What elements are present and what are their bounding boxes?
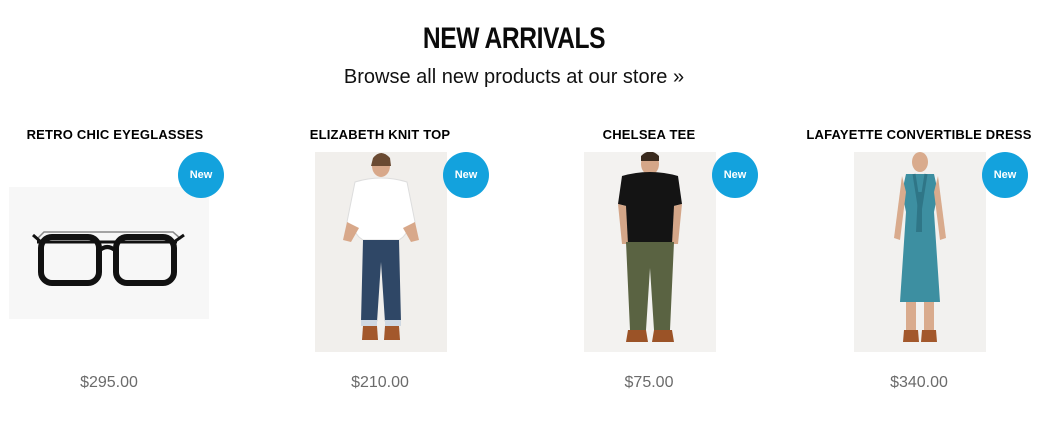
dress-image[interactable] (854, 152, 986, 352)
product-name-link[interactable]: LAFAYETTE CONVERTIBLE DRESS (804, 127, 1034, 142)
product-name-link[interactable]: CHELSEA TEE (534, 127, 764, 142)
product-card: ELIZABETH KNIT TOP New $210.00 (265, 125, 495, 405)
eyeglasses-image[interactable] (9, 187, 209, 319)
product-price: $75.00 (624, 374, 674, 391)
tee-image[interactable] (584, 152, 716, 352)
product-name-link[interactable]: ELIZABETH KNIT TOP (265, 127, 495, 142)
product-price: $295.00 (80, 374, 138, 391)
new-badge: New (712, 152, 758, 198)
product-card: CHELSEA TEE New $75.00 (534, 125, 764, 405)
new-badge: New (443, 152, 489, 198)
section-title: NEW ARRIVALS (422, 22, 606, 55)
new-badge: New (178, 152, 224, 198)
new-badge: New (982, 152, 1028, 198)
browse-new-products-link[interactable]: Browse all new products at our store » (0, 66, 1028, 89)
product-name-link[interactable]: RETRO CHIC EYEGLASSES (0, 127, 230, 142)
product-card: LAFAYETTE CONVERTIBLE DRESS New $340.00 (804, 125, 1034, 405)
product-price: $340.00 (890, 374, 948, 391)
product-card: RETRO CHIC EYEGLASSES New $295.00 (0, 125, 230, 405)
knit-top-image[interactable] (315, 152, 447, 352)
product-price: $210.00 (351, 374, 409, 391)
